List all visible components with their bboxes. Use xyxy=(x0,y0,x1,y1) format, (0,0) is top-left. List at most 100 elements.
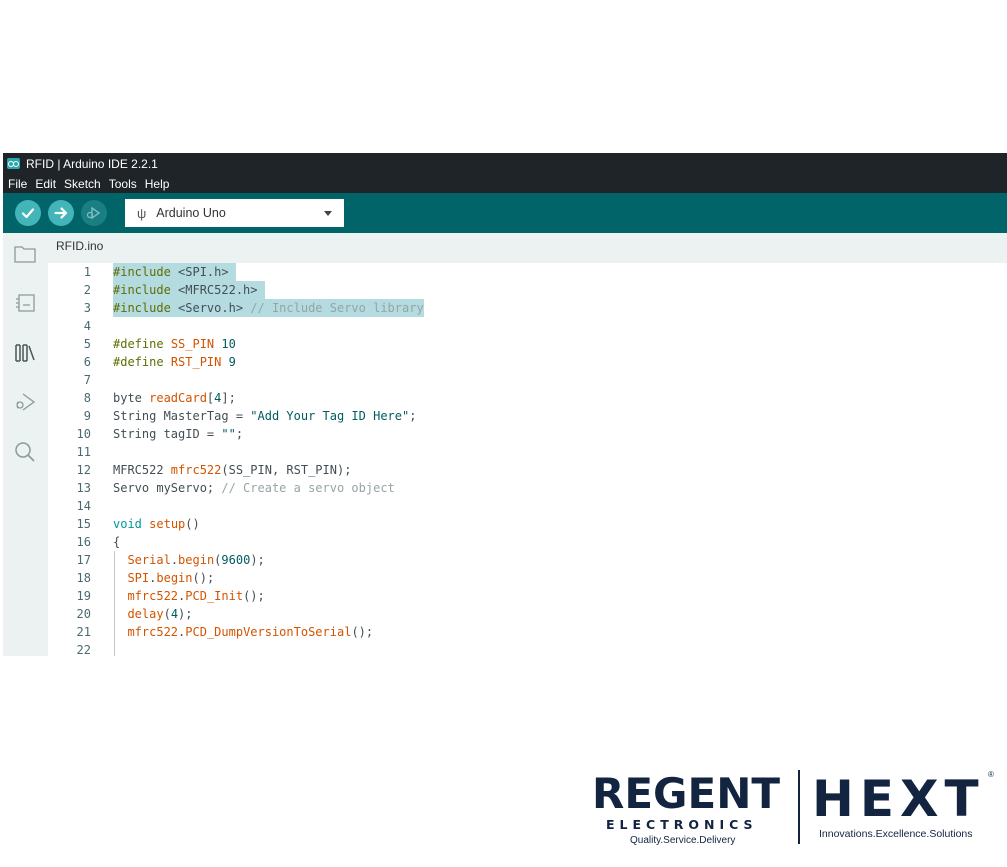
logo-divider xyxy=(798,770,800,844)
library-icon[interactable] xyxy=(13,341,37,365)
title-bar: RFID | Arduino IDE 2.2.1 xyxy=(3,153,1007,174)
debug-button[interactable] xyxy=(81,200,107,226)
code-line: 20 delay(4); xyxy=(48,605,1007,623)
code-text: #include <SPI.h> xyxy=(113,263,236,281)
line-number: 10 xyxy=(76,427,91,441)
code-line: 9 String MasterTag = "Add Your Tag ID Her… xyxy=(48,407,1007,425)
line-number: 22 xyxy=(76,643,91,656)
code-line: 2 #include <MFRC522.h> xyxy=(48,281,1007,299)
line-number: 14 xyxy=(76,499,91,513)
menu-bar: File Edit Sketch Tools Help xyxy=(3,174,1007,193)
checkmark-icon xyxy=(21,208,35,219)
code-text: Servo myServo; // Create a servo object xyxy=(113,481,395,495)
code-text: delay(4); xyxy=(127,607,193,621)
line-number: 4 xyxy=(83,319,91,333)
line-number: 20 xyxy=(76,607,91,621)
menu-file[interactable]: File xyxy=(8,177,27,191)
board-selector[interactable]: ψ Arduino Uno xyxy=(125,199,344,227)
code-text: { xyxy=(113,535,121,549)
registered-mark: ® xyxy=(988,770,994,779)
main-area: RFID.ino 1 #include <SPI.h> 2 #include <MF… xyxy=(3,233,1007,656)
code-line: 16 { xyxy=(48,533,1007,551)
code-line: 22 xyxy=(48,641,1007,656)
code-line: 14 xyxy=(48,497,1007,515)
line-number: 5 xyxy=(83,337,91,351)
window-title: RFID | Arduino IDE 2.2.1 xyxy=(26,156,158,171)
code-area[interactable]: 1 #include <SPI.h> 2 #include <MFRC522.h> … xyxy=(48,263,1007,656)
board-icon[interactable] xyxy=(13,291,37,315)
code-line: 17 Serial.begin(9600); xyxy=(48,551,1007,569)
tab-rfid-ino[interactable]: RFID.ino xyxy=(48,233,112,263)
code-line: 3 #include <Servo.h> // Include Servo lib… xyxy=(48,299,1007,317)
code-line: 15 void setup() xyxy=(48,515,1007,533)
code-line: 11 xyxy=(48,443,1007,461)
menu-sketch[interactable]: Sketch xyxy=(64,177,101,191)
search-icon[interactable] xyxy=(13,440,37,464)
line-number: 16 xyxy=(76,535,91,549)
regent-tagline: Quality.Service.Delivery xyxy=(630,835,736,846)
code-text: Serial.begin(9600); xyxy=(127,553,265,567)
code-line: 1 #include <SPI.h> xyxy=(48,263,1007,281)
code-text: mfrc522.PCD_DumpVersionToSerial(); xyxy=(127,625,374,639)
code-line: 19 mfrc522.PCD_Init(); xyxy=(48,587,1007,605)
code-text: #include <MFRC522.h> xyxy=(113,281,265,299)
code-text: #include <Servo.h> // Include Servo libr… xyxy=(113,299,424,317)
debug-play-icon xyxy=(86,206,101,220)
hext-logo: HEXT ® Innovations.Excellence.Solutions xyxy=(812,770,997,840)
line-number: 8 xyxy=(83,391,91,405)
menu-help[interactable]: Help xyxy=(145,177,170,191)
line-number: 2 xyxy=(83,283,91,297)
menu-edit[interactable]: Edit xyxy=(35,177,56,191)
code-text: byte readCard[4]; xyxy=(113,391,236,405)
code-text: SPI.begin(); xyxy=(127,571,215,585)
regent-wordmark: REGENT xyxy=(592,769,780,818)
code-editor[interactable]: RFID.ino 1 #include <SPI.h> 2 #include <MF… xyxy=(48,233,1007,656)
verify-button[interactable] xyxy=(15,200,41,226)
menu-tools[interactable]: Tools xyxy=(109,177,137,191)
chevron-down-icon xyxy=(324,211,332,216)
line-number: 1 xyxy=(83,265,91,279)
usb-icon: ψ xyxy=(137,205,147,221)
code-text: String tagID = ""; xyxy=(113,427,244,441)
upload-button[interactable] xyxy=(48,200,74,226)
code-line: 13 Servo myServo; // Create a servo objec… xyxy=(48,479,1007,497)
line-number: 21 xyxy=(76,625,91,639)
code-line: 4 xyxy=(48,317,1007,335)
line-number: 13 xyxy=(76,481,91,495)
arduino-logo-icon xyxy=(7,158,20,169)
code-text: String MasterTag = "Add Your Tag ID Here… xyxy=(113,409,417,423)
line-number: 7 xyxy=(83,373,91,387)
toolbar: ψ Arduino Uno xyxy=(3,193,1007,233)
code-line: 7 xyxy=(48,371,1007,389)
line-number: 18 xyxy=(76,571,91,585)
line-number: 9 xyxy=(83,409,91,423)
hext-wordmark: HEXT xyxy=(812,770,985,828)
tab-bar: RFID.ino xyxy=(48,233,1007,263)
code-line: 10 String tagID = ""; xyxy=(48,425,1007,443)
code-line: 8 byte readCard[4]; xyxy=(48,389,1007,407)
line-number: 3 xyxy=(83,301,91,315)
code-line: 5 #define SS_PIN 10 xyxy=(48,335,1007,353)
code-text: #define SS_PIN 10 xyxy=(113,337,236,351)
code-text: mfrc522.PCD_Init(); xyxy=(127,589,265,603)
line-number: 19 xyxy=(76,589,91,603)
code-text: void setup() xyxy=(113,517,200,531)
hext-tagline: Innovations.Excellence.Solutions xyxy=(819,828,973,840)
line-number: 17 xyxy=(76,553,91,567)
line-number: 6 xyxy=(83,355,91,369)
line-number: 11 xyxy=(76,445,91,459)
code-line: 21 mfrc522.PCD_DumpVersionToSerial(); xyxy=(48,623,1007,641)
regent-electronics-logo: REGENT ELECTRONICS Quality.Service.Deliv… xyxy=(592,772,792,848)
line-number: 12 xyxy=(76,463,91,477)
debug-icon[interactable] xyxy=(13,390,37,414)
sidebar xyxy=(3,233,48,656)
regent-subtitle: ELECTRONICS xyxy=(606,817,758,832)
line-number: 15 xyxy=(76,517,91,531)
code-text: MFRC522 mfrc522(SS_PIN, RST_PIN); xyxy=(113,463,352,477)
code-line: 18 SPI.begin(); xyxy=(48,569,1007,587)
arduino-ide-window: RFID | Arduino IDE 2.2.1 File Edit Sketc… xyxy=(3,153,1007,656)
folder-icon[interactable] xyxy=(13,242,37,266)
arrow-right-icon xyxy=(54,207,68,219)
code-line: 6 #define RST_PIN 9 xyxy=(48,353,1007,371)
board-name: Arduino Uno xyxy=(156,206,226,220)
